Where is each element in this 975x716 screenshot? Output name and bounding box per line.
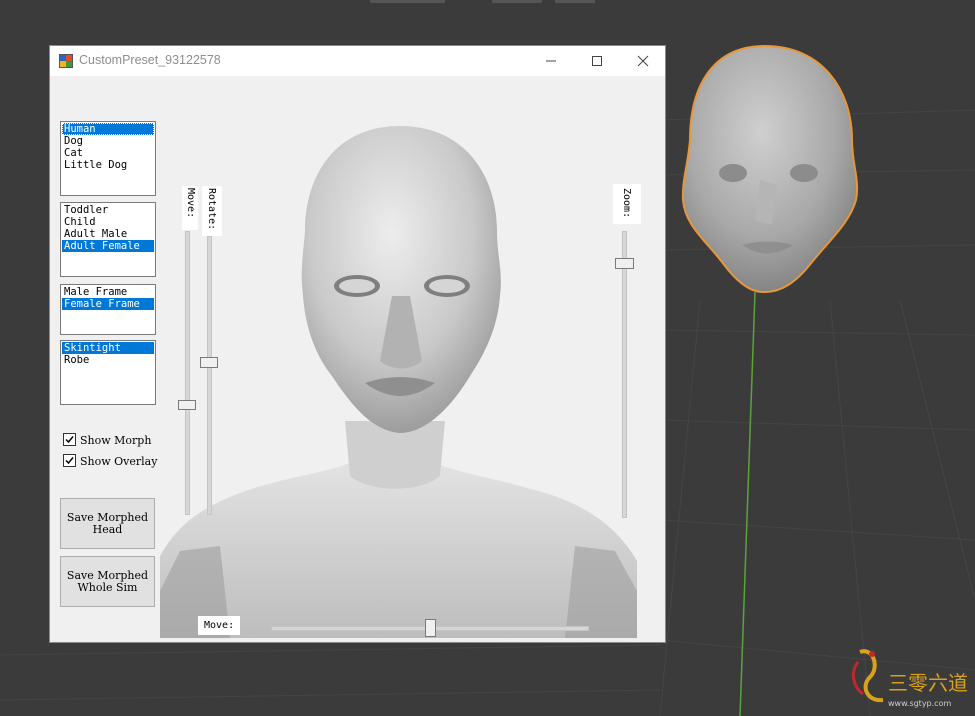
show-overlay-label: Show Overlay [80,455,158,468]
list-item[interactable]: Toddler [62,204,154,216]
move-vertical-thumb[interactable] [178,400,196,410]
list-item[interactable]: Skintight [62,342,154,354]
checkbox-box[interactable] [63,454,76,467]
species-listbox[interactable]: Human Dog Cat Little Dog [60,121,156,196]
zoom-thumb[interactable] [615,258,634,269]
minimize-button[interactable] [528,46,574,76]
save-morphed-head-button[interactable]: Save Morphed Head [60,498,155,549]
title-bar: CustomPreset_93122578 [50,46,665,76]
age-listbox[interactable]: Toddler Child Adult Male Adult Female [60,202,156,277]
rotate-thumb[interactable] [200,357,218,368]
list-item[interactable]: Cat [62,147,154,159]
list-item[interactable]: Female Frame [62,298,154,310]
maximize-button[interactable] [574,46,620,76]
app-icon [59,54,73,68]
list-item[interactable]: Adult Female [62,240,154,252]
outfit-listbox[interactable]: Skintight Robe [60,340,156,405]
viewport-head-model [681,44,859,294]
list-item[interactable]: Robe [62,354,154,366]
watermark-text: 三零六道 [888,671,968,695]
show-overlay-checkbox[interactable]: Show Overlay [63,454,157,468]
close-button[interactable] [620,46,666,76]
list-item[interactable]: Little Dog [62,159,154,171]
zoom-track[interactable] [622,231,627,518]
minimize-icon [546,60,556,62]
save-morphed-whole-sim-button[interactable]: Save Morphed Whole Sim [60,556,155,607]
list-item[interactable]: Adult Male [62,228,154,240]
close-icon [637,55,649,67]
maximize-icon [592,56,602,66]
sim-preview-render[interactable] [160,121,637,638]
list-item[interactable]: Child [62,216,154,228]
list-item[interactable]: Human [62,123,154,135]
list-item[interactable]: Male Frame [62,286,154,298]
frame-listbox[interactable]: Male Frame Female Frame [60,284,156,335]
show-morph-checkbox[interactable]: Show Morph [63,433,151,447]
checkbox-box[interactable] [63,433,76,446]
watermark-logo: 三零六道 www.sgtyp.com [851,649,968,708]
list-item[interactable]: Dog [62,135,154,147]
window-title: CustomPreset_93122578 [79,53,221,67]
move-horizontal-thumb[interactable] [425,619,436,637]
move-vertical-track[interactable] [185,231,190,515]
show-morph-label: Show Morph [80,434,152,447]
check-icon [65,436,74,444]
rotate-label: Rotate: [202,186,222,236]
rotate-track[interactable] [207,236,212,515]
check-icon [65,457,74,465]
watermark-url: www.sgtyp.com [888,699,951,708]
move-vertical-label: Move: [182,186,198,230]
zoom-label: Zoom: [613,184,641,224]
custom-preset-window: CustomPreset_93122578 Human Dog Cat Litt… [49,45,666,643]
move-horizontal-label: Move: [198,616,241,635]
